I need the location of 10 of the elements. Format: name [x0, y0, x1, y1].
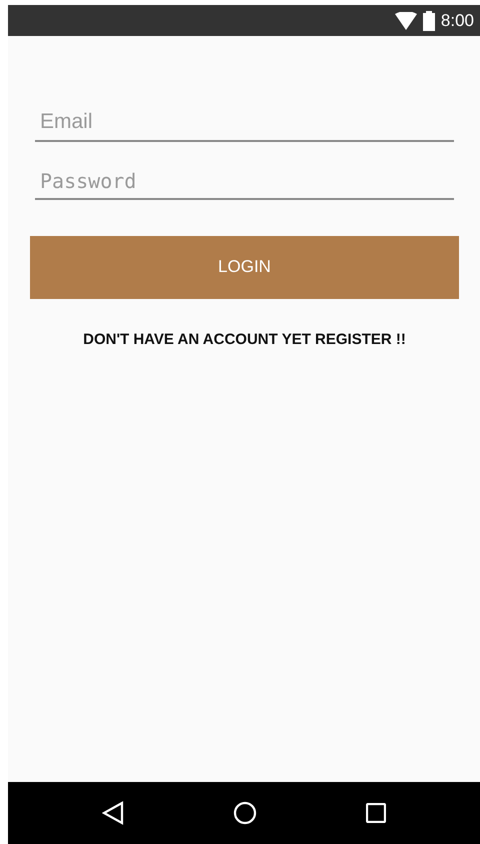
home-icon[interactable]: [232, 801, 257, 825]
email-field[interactable]: Email: [35, 106, 454, 142]
recents-icon[interactable]: [366, 803, 386, 823]
wifi-icon: [394, 12, 417, 30]
login-button[interactable]: LOGIN: [30, 236, 459, 298]
back-icon[interactable]: [102, 801, 124, 825]
status-time: 8:00: [440, 10, 474, 32]
register-link[interactable]: DON'T HAVE AN ACCOUNT YET REGISTER !!: [35, 328, 454, 351]
password-field[interactable]: Password: [35, 166, 454, 200]
battery-icon: [422, 10, 435, 30]
